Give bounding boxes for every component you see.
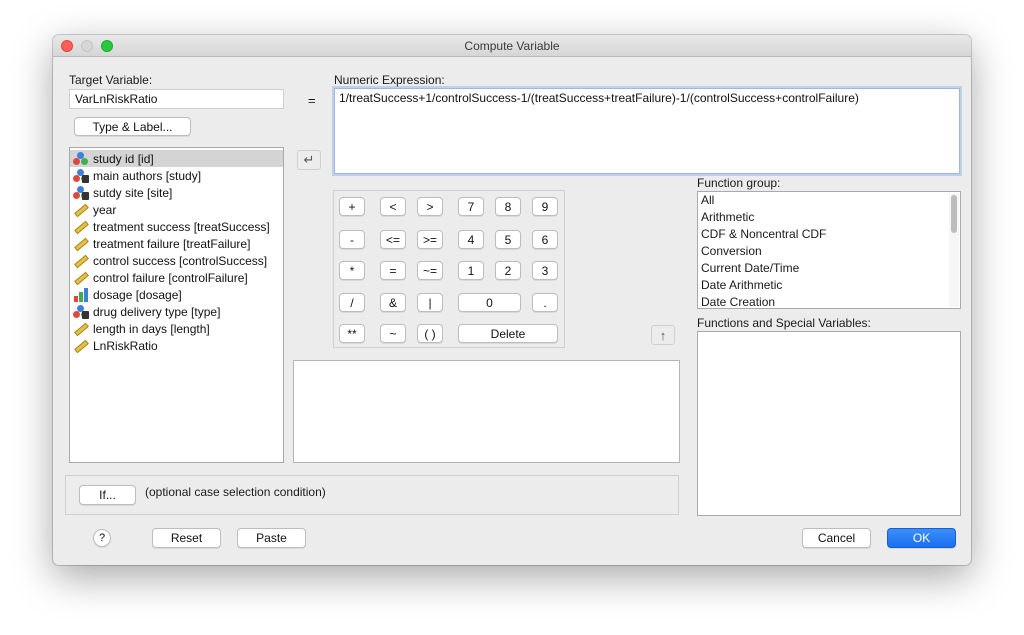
key-plus[interactable]: + (339, 197, 365, 216)
arrow-left-icon: ↵ (303, 152, 315, 167)
title-bar: Compute Variable (53, 35, 971, 57)
move-to-expression-button[interactable]: ↵ (297, 150, 321, 170)
function-group-scroll-thumb[interactable] (951, 195, 957, 233)
key-five[interactable]: 5 (495, 230, 521, 249)
key-seven[interactable]: 7 (458, 197, 484, 216)
reset-button[interactable]: Reset (152, 528, 221, 548)
key-and[interactable]: & (380, 293, 406, 312)
function-description-area (293, 360, 680, 463)
key-zero[interactable]: 0 (458, 293, 521, 312)
if-button[interactable]: If... (79, 485, 136, 505)
target-variable-input[interactable]: VarLnRiskRatio (69, 89, 284, 109)
nominal-icon (73, 151, 89, 166)
if-condition-panel: If... (optional case selection condition… (65, 475, 679, 515)
variable-item[interactable]: control success [controlSuccess] (70, 252, 283, 269)
key-not[interactable]: ~ (380, 324, 406, 343)
key-equal[interactable]: = (380, 261, 406, 280)
function-group-item[interactable]: Date Creation (698, 294, 960, 308)
variable-label: dosage [dosage] (93, 287, 182, 302)
key-not-equal[interactable]: ~= (417, 261, 443, 280)
variable-label: drug delivery type [type] (93, 304, 221, 319)
key-six[interactable]: 6 (532, 230, 558, 249)
key-three[interactable]: 3 (532, 261, 558, 280)
variable-item[interactable]: sutdy site [site] (70, 184, 283, 201)
nominal-string-icon (73, 185, 89, 200)
key-multiply[interactable]: * (339, 261, 365, 280)
scale-icon (73, 237, 89, 251)
variable-item[interactable]: treatment success [treatSuccess] (70, 218, 283, 235)
key-divide[interactable]: / (339, 293, 365, 312)
function-group-item[interactable]: Current Date/Time (698, 260, 960, 277)
variable-label: treatment failure [treatFailure] (93, 236, 251, 251)
key-minus[interactable]: - (339, 230, 365, 249)
function-group-list[interactable]: All Arithmetic CDF & Noncentral CDF Convers… (697, 191, 961, 309)
variable-label: control success [controlSuccess] (93, 253, 268, 268)
compute-variable-dialog: Compute Variable Target Variable: VarLnR… (53, 35, 971, 565)
key-decimal[interactable]: . (532, 293, 558, 312)
variable-item[interactable]: drug delivery type [type] (70, 303, 283, 320)
key-nine[interactable]: 9 (532, 197, 558, 216)
key-parentheses[interactable]: ( ) (417, 324, 443, 343)
ordinal-icon (73, 287, 89, 302)
variable-item[interactable]: length in days [length] (70, 320, 283, 337)
numeric-expression-label: Numeric Expression: (334, 73, 445, 87)
functions-special-variables-label: Functions and Special Variables: (697, 316, 871, 330)
variable-label: main authors [study] (93, 168, 202, 183)
variable-label: length in days [length] (93, 321, 210, 336)
function-group-item[interactable]: Arithmetic (698, 209, 960, 226)
function-group-item[interactable]: Date Arithmetic (698, 277, 960, 294)
variable-item[interactable]: LnRiskRatio (70, 337, 283, 354)
key-two[interactable]: 2 (495, 261, 521, 280)
key-delete[interactable]: Delete (458, 324, 558, 343)
nominal-string-icon (73, 168, 89, 183)
key-greater-than[interactable]: > (417, 197, 443, 216)
scale-icon (73, 271, 89, 285)
calculator-keypad: + < > 7 8 9 - <= >= 4 5 6 * = ~= 1 2 3 /… (333, 190, 565, 348)
variable-item[interactable]: study id [id] (70, 150, 283, 167)
variable-label: study id [id] (93, 151, 154, 166)
variable-item[interactable]: year (70, 201, 283, 218)
key-one[interactable]: 1 (458, 261, 484, 280)
cancel-button[interactable]: Cancel (802, 528, 871, 548)
key-or[interactable]: | (417, 293, 443, 312)
numeric-expression-input[interactable]: 1/treatSuccess+1/controlSuccess-1/(treat… (334, 88, 960, 174)
key-less-equal[interactable]: <= (380, 230, 406, 249)
target-variable-label: Target Variable: (69, 73, 153, 87)
scale-icon (73, 339, 89, 353)
scale-icon (73, 254, 89, 268)
help-button[interactable]: ? (93, 529, 111, 547)
arrow-up-icon: ↑ (659, 327, 667, 343)
key-greater-equal[interactable]: >= (417, 230, 443, 249)
variable-label: treatment success [treatSuccess] (93, 219, 270, 234)
scale-icon (73, 322, 89, 336)
function-group-item[interactable]: Conversion (698, 243, 960, 260)
variable-label: LnRiskRatio (93, 338, 158, 353)
scale-icon (73, 203, 89, 217)
variable-item[interactable]: control failure [controlFailure] (70, 269, 283, 286)
window-title: Compute Variable (464, 39, 560, 53)
variable-label: year (93, 202, 117, 217)
functions-special-variables-list[interactable] (697, 331, 961, 516)
scale-icon (73, 220, 89, 234)
variable-label: control failure [controlFailure] (93, 270, 248, 285)
key-eight[interactable]: 8 (495, 197, 521, 216)
key-power[interactable]: ** (339, 324, 365, 343)
key-four[interactable]: 4 (458, 230, 484, 249)
ok-button[interactable]: OK (887, 528, 956, 548)
variable-list[interactable]: study id [id] main authors [study] sutdy s… (69, 147, 284, 463)
variable-label: sutdy site [site] (93, 185, 173, 200)
function-group-item[interactable]: CDF & Noncentral CDF (698, 226, 960, 243)
type-and-label-button[interactable]: Type & Label... (74, 117, 191, 136)
variable-item[interactable]: main authors [study] (70, 167, 283, 184)
variable-item[interactable]: dosage [dosage] (70, 286, 283, 303)
paste-button[interactable]: Paste (237, 528, 306, 548)
variable-item[interactable]: treatment failure [treatFailure] (70, 235, 283, 252)
function-group-item[interactable]: All (698, 192, 960, 209)
insert-function-button[interactable]: ↑ (651, 325, 675, 345)
if-condition-text: (optional case selection condition) (145, 485, 326, 499)
key-less-than[interactable]: < (380, 197, 406, 216)
function-group-label: Function group: (697, 176, 781, 190)
equals-sign: = (308, 93, 316, 108)
nominal-string-icon (73, 304, 89, 319)
